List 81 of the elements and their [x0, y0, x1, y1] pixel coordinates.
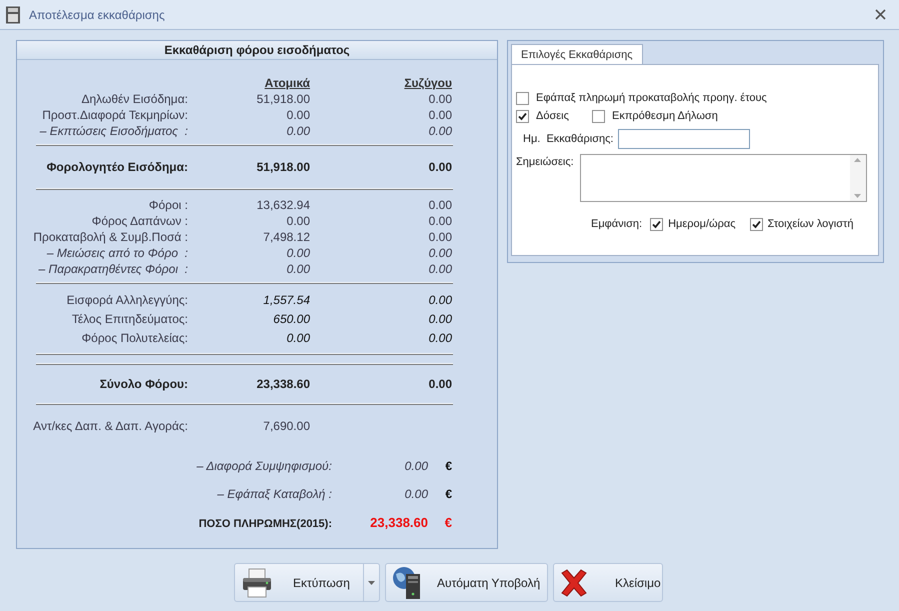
spouse-value: 0.00 — [428, 92, 452, 106]
spouse-value: 0.00 — [428, 312, 452, 326]
spouse-value: 0.00 — [428, 230, 452, 244]
date-field[interactable] — [618, 129, 750, 149]
notes-label: Σημειώσεις: — [516, 155, 574, 170]
currency-symbol: € — [445, 459, 452, 473]
panel-title: Εκκαθάριση φόρου εισοδήματος — [164, 42, 350, 59]
calculator-icon — [5, 6, 21, 24]
row-label: Φορολογητέο Εισόδημα: — [46, 159, 188, 176]
payment-label: – Διαφορά Συμψηφισμού: — [196, 459, 332, 473]
date-label: Ημ. Εκκαθάρισης: — [523, 132, 614, 147]
spouse-value: 0.00 — [428, 292, 452, 306]
checkbox-label: Εκπρόθεσμη Δήλωση — [612, 108, 718, 124]
window-title: Αποτέλεσμα εκκαθάρισης — [29, 6, 165, 24]
row-label: Δηλωθέν Εισόδημα: — [81, 91, 188, 108]
close-icon[interactable] — [875, 9, 886, 20]
spouse-value: 0.00 — [428, 377, 452, 391]
individual-value: 7,498.12 — [263, 230, 310, 244]
checkbox[interactable] — [592, 110, 605, 122]
tab[interactable]: Επιλογές Εκκαθάρισης — [511, 44, 643, 65]
spouse-value: 0.00 — [428, 214, 452, 228]
scrollbar[interactable] — [850, 155, 866, 201]
column-header: Συζύγου — [404, 76, 452, 90]
spouse-value: 0.00 — [428, 262, 452, 276]
payment-label: ΠΟΣΟ ΠΛΗΡΩΜΗΣ(2015): — [198, 518, 332, 530]
checkbox[interactable] — [516, 110, 529, 122]
row-label: Αντ/κες Δαπ. & Δαπ. Αγοράς: — [33, 418, 188, 435]
row-label: Τέλος Επιτηδεύματος: — [72, 310, 188, 328]
spouse-value: 0.00 — [428, 330, 452, 344]
spouse-value: 0.00 — [428, 198, 452, 212]
spouse-value: 0.00 — [428, 246, 452, 260]
row-label: Προστ.Διαφορά Τεκμηρίων: — [42, 107, 188, 124]
payment-value: 23,338.60 — [370, 515, 428, 530]
column-header: Ατομικά — [264, 76, 310, 90]
printer-icon — [241, 568, 273, 598]
notes-field[interactable] — [580, 154, 867, 202]
checkbox[interactable] — [650, 218, 664, 231]
individual-value: 0.00 — [286, 262, 310, 276]
scroll-down-icon[interactable] — [854, 194, 862, 198]
checkbox[interactable] — [750, 218, 763, 231]
individual-value: 51,918.00 — [256, 92, 310, 106]
spouse-value: 0.00 — [428, 124, 452, 138]
payment-label: – Εφάπαξ Καταβολή : — [217, 487, 332, 501]
currency-symbol: € — [444, 515, 452, 530]
close-button[interactable]: Κλείσιμο — [553, 563, 663, 602]
currency-symbol: € — [445, 487, 452, 501]
checkbox-label: Εφάπαξ πληρωμή προκαταβολής προηγ. έτους — [536, 90, 767, 106]
show-label: Εμφάνιση: — [591, 217, 642, 232]
individual-value: 0.00 — [286, 246, 310, 260]
individual-value: 0.00 — [286, 214, 310, 228]
row-label: Φόρος Δαπάνων : — [92, 213, 188, 230]
individual-value: 0.00 — [286, 124, 310, 138]
individual-value: 13,632.94 — [256, 198, 310, 212]
individual-value: 1,557.54 — [263, 292, 310, 306]
row-label: Σύνολο Φόρου: — [100, 376, 188, 393]
individual-value: 51,918.00 — [256, 160, 310, 174]
checkbox-label: Δόσεις — [536, 108, 569, 124]
checkbox-label: Ημερομ/ώρας — [668, 217, 736, 232]
individual-value: 0.00 — [286, 330, 310, 344]
individual-value: 23,338.60 — [256, 377, 310, 391]
print-button[interactable]: Εκτύπωση — [234, 563, 380, 602]
individual-value: 0.00 — [286, 108, 310, 122]
submit-button[interactable]: Αυτόματη Υποβολή — [385, 563, 548, 602]
row-label: – Παρακρατηθέντες Φόροι : — [38, 261, 188, 278]
payment-value: 0.00 — [404, 459, 428, 473]
individual-value: 7,690.00 — [263, 418, 310, 433]
spouse-value: 0.00 — [428, 160, 452, 174]
row-label: Προκαταβολή & Συμβ.Ποσά : — [33, 229, 188, 246]
payment-value: 0.00 — [404, 487, 428, 501]
spouse-value: 0.00 — [428, 108, 452, 122]
row-label: Φόρος Πολυτελείας: — [82, 330, 188, 346]
caret-icon — [368, 580, 375, 584]
checkbox[interactable] — [516, 92, 529, 104]
row-label: – Εκπτώσεις Εισοδήματος : — [40, 123, 188, 140]
cross-icon — [559, 568, 589, 596]
row-label: Φόροι : — [148, 197, 188, 214]
row-label: Εισφορά Αλληλεγγύης: — [66, 292, 188, 308]
scroll-up-icon[interactable] — [854, 158, 862, 162]
row-label: – Μειώσεις από το Φόρο : — [46, 245, 188, 262]
individual-value: 650.00 — [273, 312, 310, 326]
checkbox-label: Στοιχείων λογιστή — [768, 217, 854, 232]
